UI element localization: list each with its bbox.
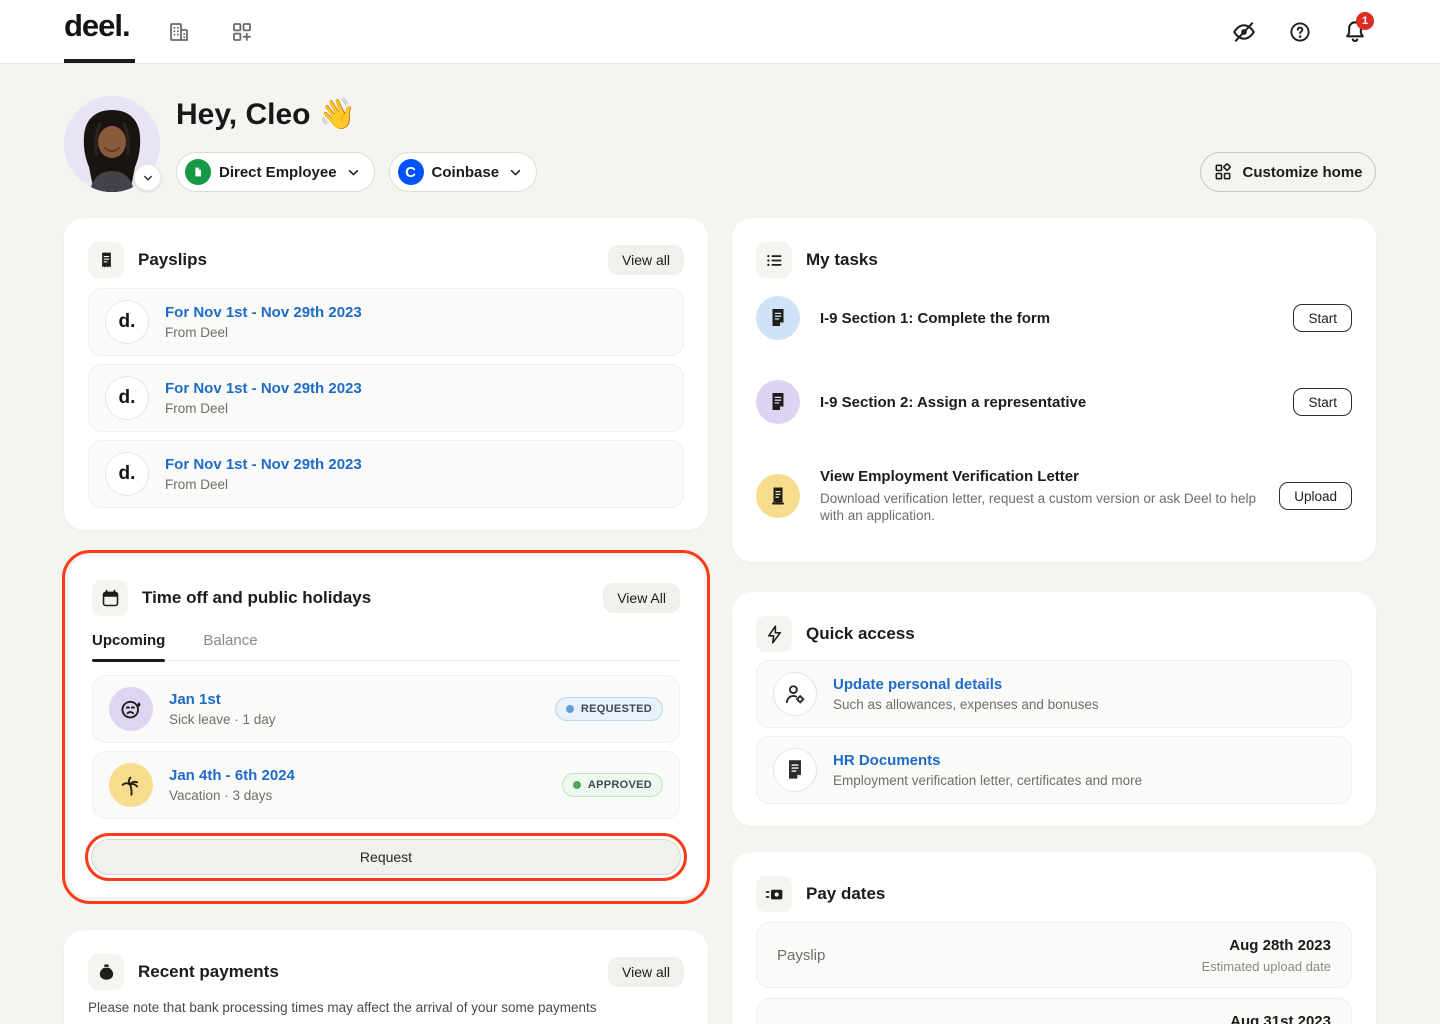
quick-access-row[interactable]: HR Documents Employment verification let… xyxy=(756,736,1352,804)
annotation-highlight-box: Time off and public holidays View All Up… xyxy=(62,550,710,904)
card-title: Quick access xyxy=(806,624,915,644)
deel-d-logo: d. xyxy=(105,300,149,344)
top-nav: deel. xyxy=(0,0,1440,64)
task-row: View Employment Verification Letter Down… xyxy=(756,468,1352,525)
bell-icon[interactable]: 1 xyxy=(1342,18,1370,46)
card-title: My tasks xyxy=(806,250,878,270)
building-icon[interactable] xyxy=(167,20,191,44)
payslips-view-all-button[interactable]: View all xyxy=(608,245,684,275)
quick-access-card: Quick access Update personal details Suc… xyxy=(732,592,1376,826)
status-dot xyxy=(573,781,581,789)
pay-dates-icon xyxy=(756,876,792,912)
timeoff-date-link[interactable]: Jan 4th - 6th 2024 xyxy=(169,767,295,784)
eye-off-icon[interactable] xyxy=(1231,19,1257,45)
avatar-expand-button[interactable] xyxy=(134,164,161,191)
status-badge: APPROVED xyxy=(562,773,663,797)
task-start-button[interactable]: Start xyxy=(1293,304,1352,332)
palm-tree-icon xyxy=(109,763,153,807)
contract-doc-icon xyxy=(185,159,211,185)
tab-balance[interactable]: Balance xyxy=(203,632,257,660)
timeoff-tabs: Upcoming Balance xyxy=(92,632,680,661)
pay-date-row: Payslip Aug 28th 2023 Estimated upload d… xyxy=(756,922,1352,988)
person-settings-icon xyxy=(773,672,817,716)
payslip-link[interactable]: For Nov 1st - Nov 29th 2023 xyxy=(165,380,362,397)
tasks-list-icon xyxy=(756,242,792,278)
task-row: I-9 Section 1: Complete the form Start xyxy=(756,296,1352,340)
sick-face-icon xyxy=(109,687,153,731)
chevron-down-icon xyxy=(141,171,155,185)
payslip-row[interactable]: d. For Nov 1st - Nov 29th 2023 From Deel xyxy=(88,288,684,356)
wave-emoji: 👋 xyxy=(319,98,356,131)
quick-access-row[interactable]: Update personal details Such as allowanc… xyxy=(756,660,1352,728)
deel-logo[interactable]: deel. xyxy=(64,8,130,44)
timeoff-row[interactable]: Jan 1st Sick leave · 1 day REQUESTED xyxy=(92,675,680,743)
card-title: Recent payments xyxy=(138,962,279,982)
recent-payments-view-all-button[interactable]: View all xyxy=(608,957,684,987)
company-dropdown[interactable]: C Coinbase xyxy=(389,152,538,192)
payslip-link[interactable]: For Nov 1st - Nov 29th 2023 xyxy=(165,456,362,473)
card-title: Pay dates xyxy=(806,884,885,904)
help-icon[interactable] xyxy=(1288,20,1312,44)
payslip-row[interactable]: d. For Nov 1st - Nov 29th 2023 From Deel xyxy=(88,440,684,508)
bolt-icon xyxy=(756,616,792,652)
profile-badges: Direct Employee C Coinbase xyxy=(176,152,537,192)
timeoff-row[interactable]: Jan 4th - 6th 2024 Vacation · 3 days APP… xyxy=(92,751,680,819)
status-dot xyxy=(566,705,574,713)
deel-d-logo: d. xyxy=(105,452,149,496)
payslip-link[interactable]: For Nov 1st - Nov 29th 2023 xyxy=(165,304,362,321)
timeoff-date-link[interactable]: Jan 1st xyxy=(169,691,276,708)
receipt-icon xyxy=(756,474,800,518)
document-icon xyxy=(773,748,817,792)
payslips-card: Payslips View all d. For Nov 1st - Nov 2… xyxy=(64,218,708,530)
notification-badge[interactable]: 1 xyxy=(1356,12,1374,30)
timeoff-card: Time off and public holidays View All Up… xyxy=(68,556,704,898)
task-upload-button[interactable]: Upload xyxy=(1279,482,1352,510)
active-nav-underline xyxy=(64,59,135,63)
chevron-down-icon xyxy=(345,164,362,181)
customize-home-button[interactable]: Customize home xyxy=(1200,152,1376,192)
recent-payments-card: Recent payments View all Please note tha… xyxy=(64,930,708,1024)
tab-upcoming[interactable]: Upcoming xyxy=(92,632,165,660)
deel-dashboard: deel. xyxy=(0,0,1440,1024)
timeoff-view-all-button[interactable]: View All xyxy=(603,583,680,613)
pay-date-row: Aug 31st 2023 xyxy=(756,998,1352,1024)
hr-documents-link[interactable]: HR Documents xyxy=(833,752,1142,769)
task-row: I-9 Section 2: Assign a representative S… xyxy=(756,380,1352,424)
coinbase-logo: C xyxy=(398,159,424,185)
task-start-button[interactable]: Start xyxy=(1293,388,1352,416)
money-bag-icon xyxy=(88,954,124,990)
my-tasks-card: My tasks I-9 Section 1: Complete the for… xyxy=(732,218,1376,562)
payslip-row[interactable]: d. For Nov 1st - Nov 29th 2023 From Deel xyxy=(88,364,684,432)
payments-note: Please note that bank processing times m… xyxy=(88,1000,684,1015)
annotation-highlight-ring: Request xyxy=(85,833,687,881)
document-icon xyxy=(756,296,800,340)
card-title: Time off and public holidays xyxy=(142,588,371,608)
receipt-icon xyxy=(88,242,124,278)
page-greeting: Hey, Cleo 👋 xyxy=(176,97,356,132)
deel-d-logo: d. xyxy=(105,376,149,420)
request-timeoff-button[interactable]: Request xyxy=(91,839,681,875)
calendar-icon xyxy=(92,580,128,616)
update-personal-details-link[interactable]: Update personal details xyxy=(833,676,1099,693)
status-badge: REQUESTED xyxy=(555,697,663,721)
customize-icon xyxy=(1213,162,1233,182)
employment-type-dropdown[interactable]: Direct Employee xyxy=(176,152,375,192)
pay-dates-card: Pay dates Payslip Aug 28th 2023 Estimate… xyxy=(732,852,1376,1024)
apps-grid-icon[interactable] xyxy=(230,20,254,44)
document-icon xyxy=(756,380,800,424)
card-title: Payslips xyxy=(138,250,207,270)
chevron-down-icon xyxy=(507,164,524,181)
